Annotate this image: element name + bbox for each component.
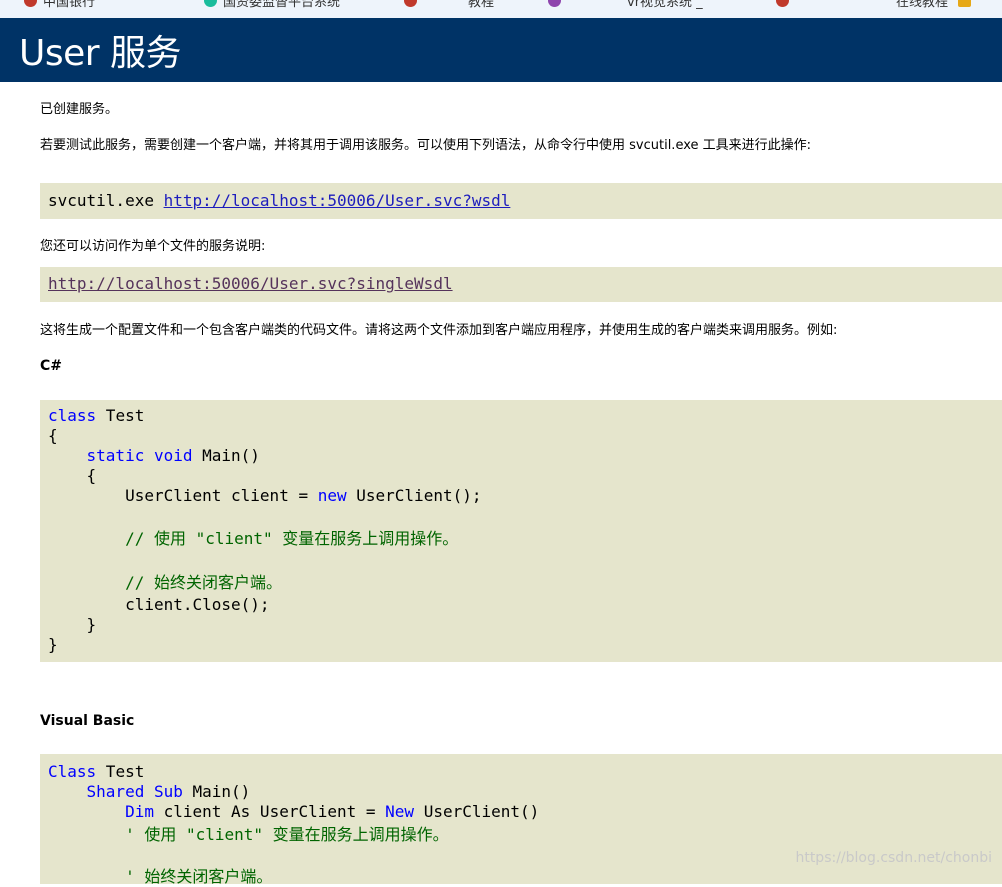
wsdl-link[interactable]: http://localhost:50006/User.svc?wsdl	[164, 191, 511, 210]
bookmark-item[interactable]: 教程	[468, 0, 494, 10]
code-line: UserClient client = new UserClient();	[125, 486, 482, 505]
generate-text: 这将生成一个配置文件和一个包含客户端类的代码文件。请将这两个文件添加到客户端应用…	[40, 323, 838, 338]
single-wsdl-link[interactable]: http://localhost:50006/User.svc?singleWs…	[48, 274, 453, 293]
code-comment: // 始终关闭客户端。	[125, 573, 282, 592]
bookmarks-bar: 中国银行 国资委监督平台系统 教程 vr视觉系统 _ 在线教程	[0, 0, 1002, 18]
code-line: class Test	[48, 406, 145, 425]
csharp-heading: C#	[40, 358, 63, 374]
code-line: }	[86, 615, 97, 634]
code-line: {	[86, 466, 97, 485]
code-comment: // 使用 "client" 变量在服务上调用操作。	[125, 529, 459, 548]
page-title: User 服务	[19, 33, 182, 74]
created-text: 已创建服务。	[40, 102, 119, 117]
single-file-text: 您还可以访问作为单个文件的服务说明:	[40, 239, 266, 254]
bookmark-icon	[958, 0, 972, 7]
code-line: }	[48, 635, 58, 654]
code-line: {	[48, 426, 58, 445]
single-wsdl-code-box: http://localhost:50006/User.svc?singleWs…	[40, 267, 1002, 302]
bookmark-icon	[776, 0, 789, 7]
bookmark-icon	[24, 0, 37, 7]
code-line: static void Main()	[86, 446, 260, 465]
svcutil-command: svcutil.exe	[48, 191, 164, 210]
bookmark-item[interactable]: 国资委监督平台系统	[204, 0, 340, 10]
vb-heading: Visual Basic	[40, 713, 135, 729]
code-comment: ' 始终关闭客户端。	[125, 867, 273, 886]
code-line: Shared Sub Main()	[86, 782, 251, 801]
bookmark-icon	[404, 0, 417, 7]
watermark: https://blog.csdn.net/chonbi	[795, 850, 992, 866]
bookmark-item[interactable]: vr视觉系统 _	[548, 0, 703, 10]
bookmark-icon	[548, 0, 561, 7]
bookmark-item[interactable]	[776, 0, 795, 9]
code-line: client.Close();	[125, 595, 270, 614]
bookmark-item[interactable]: 中国银行	[24, 0, 95, 10]
code-line: Dim client As UserClient = New UserClien…	[125, 802, 540, 821]
instruction-text: 若要测试此服务，需要创建一个客户端，并将其用于调用该服务。可以使用下列语法，从命…	[40, 138, 812, 153]
bookmark-item[interactable]: 在线教程	[896, 0, 977, 10]
bookmark-icon	[204, 0, 217, 7]
csharp-code-box: class Test { static void Main() { UserCl…	[40, 400, 1002, 662]
svcutil-code-box: svcutil.exe http://localhost:50006/User.…	[40, 183, 1002, 219]
code-line: Class Test	[48, 762, 145, 781]
code-comment: ' 使用 "client" 变量在服务上调用操作。	[125, 825, 449, 844]
bookmark-item[interactable]	[404, 0, 423, 9]
page-header: User 服务	[0, 18, 1002, 82]
